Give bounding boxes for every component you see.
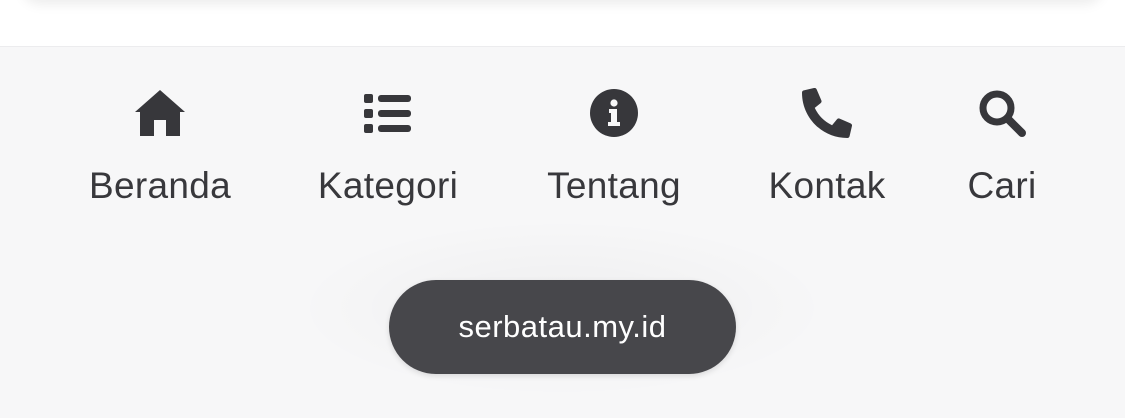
domain-pill[interactable]: serbatau.my.id [389, 280, 736, 374]
nav-item-kontak[interactable]: Kontak [727, 47, 927, 217]
nav-label-beranda: Beranda [89, 165, 231, 206]
nav-label-kategori: Kategori [317, 165, 459, 206]
nav-label-kontak: Kontak [768, 165, 886, 206]
info-icon [586, 85, 642, 141]
domain-text: serbatau.my.id [458, 309, 667, 344]
nav-label-tentang: Tentang [547, 165, 681, 206]
home-icon [132, 85, 188, 141]
nav-item-beranda[interactable]: Beranda [0, 47, 320, 217]
list-icon [360, 85, 416, 141]
nav-item-kategori[interactable]: Kategori [288, 47, 488, 217]
search-icon [974, 85, 1030, 141]
nav-item-cari[interactable]: Cari [930, 47, 1075, 217]
nav-item-tentang[interactable]: Tentang [514, 47, 714, 217]
nav-label-cari: Cari [967, 165, 1037, 206]
phone-icon [799, 85, 855, 141]
